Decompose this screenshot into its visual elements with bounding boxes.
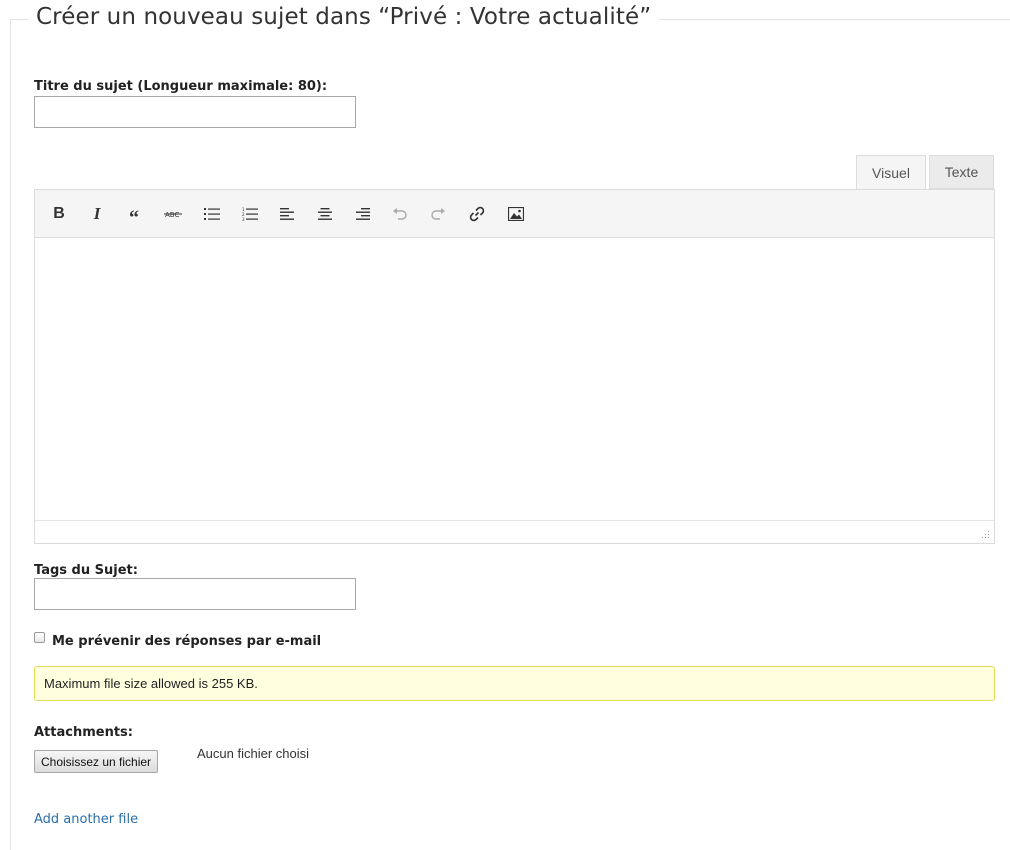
align-left-button[interactable] — [277, 204, 297, 224]
svg-text:ABC: ABC — [165, 211, 179, 219]
align-left-icon — [280, 208, 294, 220]
align-right-button[interactable] — [353, 204, 373, 224]
align-center-button[interactable] — [315, 204, 335, 224]
undo-icon — [393, 208, 407, 220]
redo-button[interactable] — [428, 204, 448, 224]
blockquote-button[interactable]: “ — [124, 204, 144, 229]
undo-button[interactable] — [390, 204, 410, 224]
bullet-list-button[interactable] — [202, 204, 222, 224]
strikethrough-button[interactable]: ABC — [163, 204, 183, 224]
blockquote-icon: “ — [129, 207, 139, 229]
editor-content-area[interactable] — [35, 238, 994, 521]
editor-toolbar: B I “ ABC 1 2 3 — [35, 190, 994, 238]
link-icon — [469, 206, 485, 222]
numbered-list-button[interactable]: 1 2 3 — [240, 204, 260, 224]
bullet-list-icon — [204, 208, 220, 220]
italic-button[interactable]: I — [87, 204, 107, 224]
topic-title-input[interactable] — [34, 96, 356, 128]
choose-file-button[interactable]: Choisissez un fichier — [34, 750, 159, 773]
redo-icon — [431, 208, 445, 220]
file-size-notice: Maximum file size allowed is 255 KB. — [34, 666, 995, 701]
align-right-icon — [356, 208, 370, 220]
add-another-file-link[interactable]: Add another file — [34, 812, 138, 827]
image-icon — [508, 207, 524, 221]
notify-checkbox[interactable] — [34, 632, 45, 643]
strikethrough-icon: ABC — [164, 211, 182, 219]
no-file-chosen-text: Aucun fichier choisi — [197, 746, 309, 761]
topic-tags-label: Tags du Sujet: — [34, 563, 138, 578]
form-legend: Créer un nouveau sujet dans “Privé : Vot… — [28, 4, 660, 30]
align-center-icon — [318, 208, 332, 220]
numbered-list-icon: 1 2 3 — [242, 207, 258, 221]
topic-title-label: Titre du sujet (Longueur maximale: 80): — [34, 79, 328, 94]
resize-handle-icon[interactable] — [982, 531, 990, 539]
italic-icon: I — [93, 204, 101, 223]
tab-visual[interactable]: Visuel — [856, 155, 926, 189]
attachments-label: Attachments: — [34, 725, 133, 740]
link-button[interactable] — [467, 204, 487, 224]
bold-icon: B — [53, 205, 65, 222]
file-size-notice-text: Maximum file size allowed is 255 KB. — [44, 676, 258, 691]
editor-statusbar — [35, 520, 994, 543]
svg-text:3: 3 — [242, 217, 245, 221]
rich-text-editor: B I “ ABC 1 2 3 — [34, 189, 995, 544]
bold-button[interactable]: B — [49, 204, 69, 224]
insert-image-button[interactable] — [506, 204, 526, 224]
notify-label: Me prévenir des réponses par e-mail — [52, 634, 322, 649]
tab-text[interactable]: Texte — [929, 155, 994, 189]
topic-tags-input[interactable] — [34, 578, 356, 610]
